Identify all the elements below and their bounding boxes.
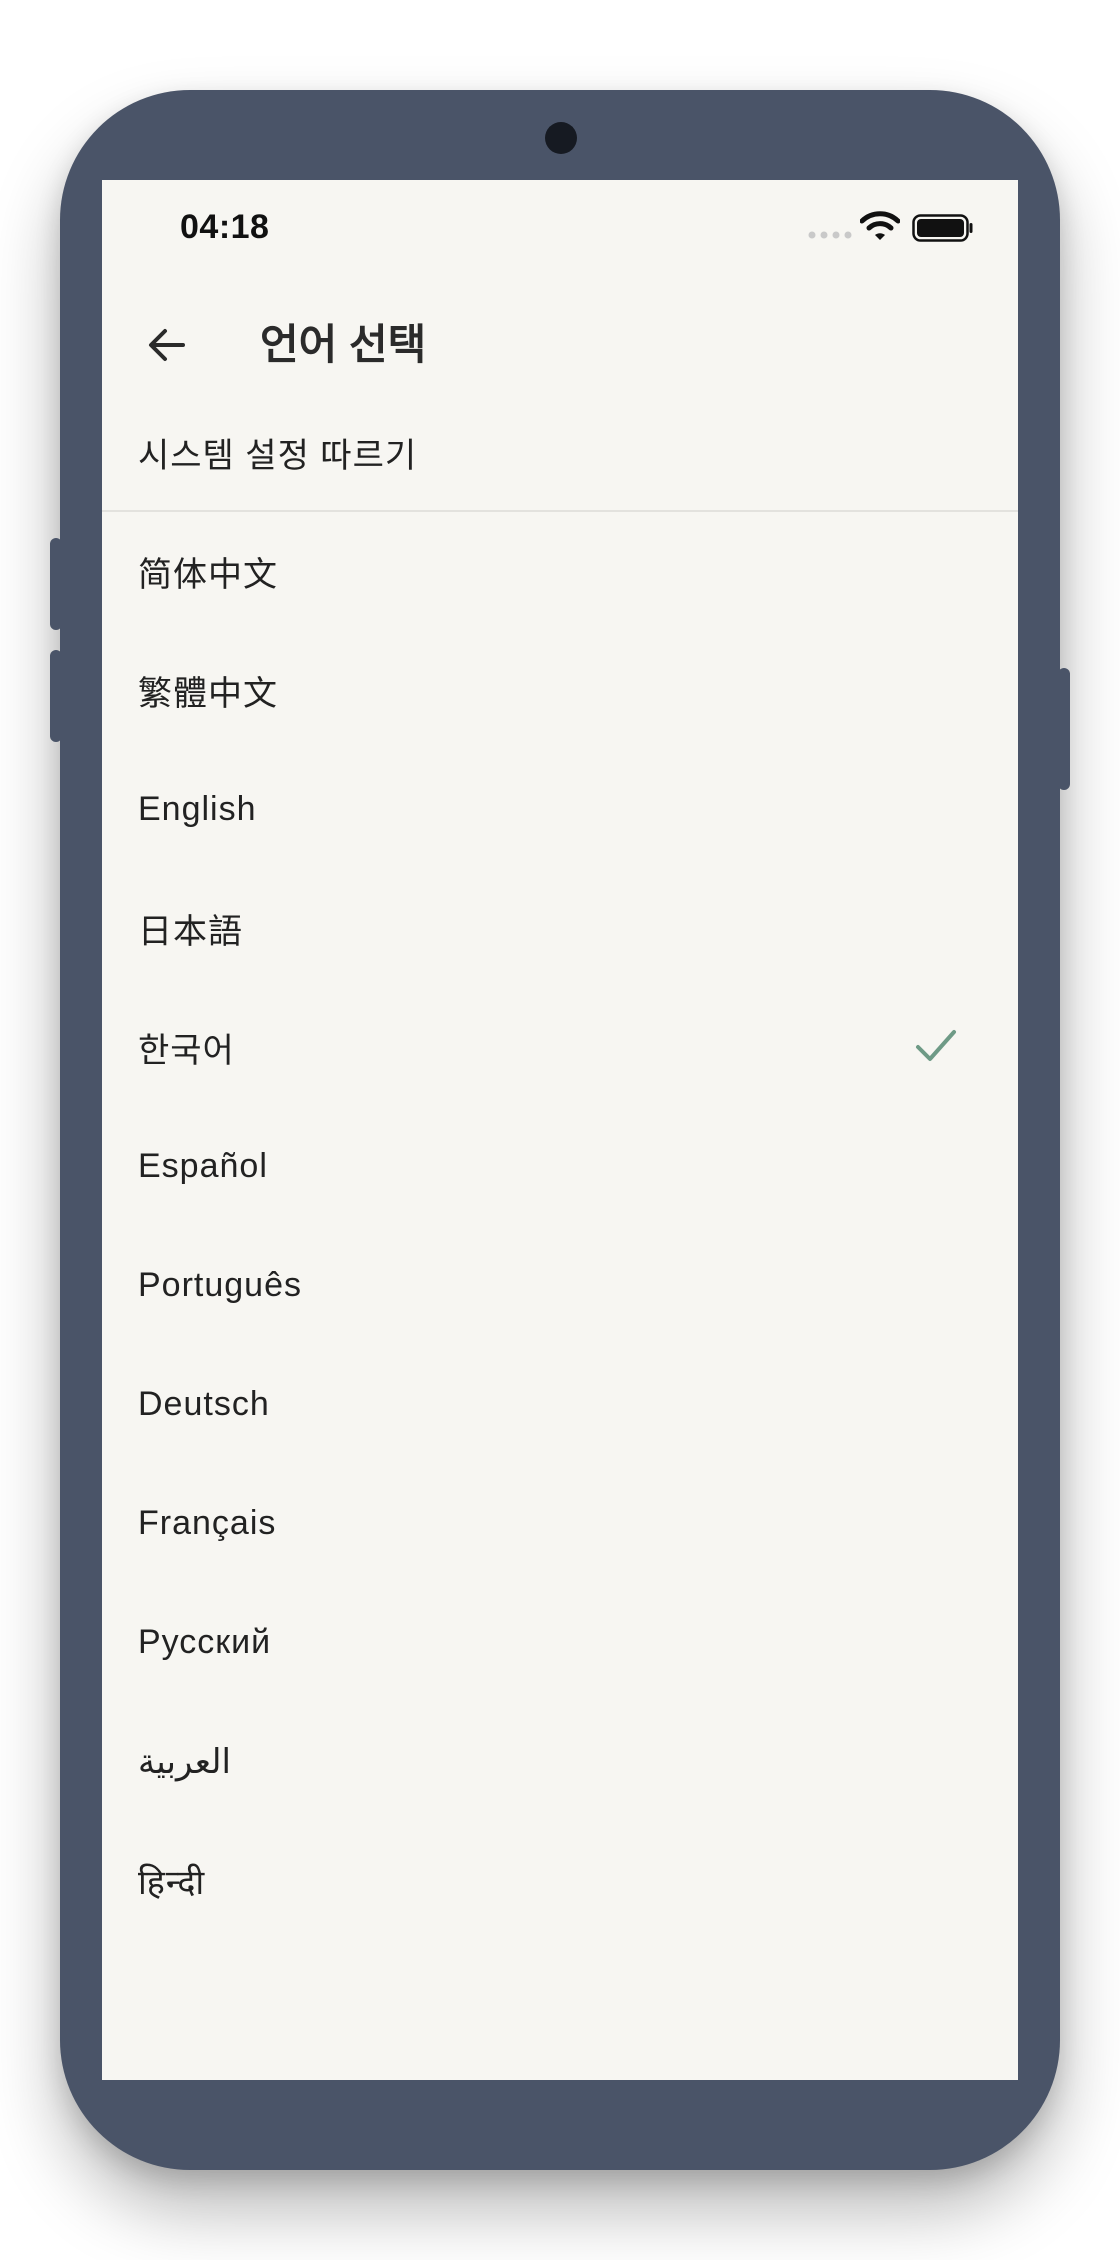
language-option[interactable]: Deutsch bbox=[102, 1345, 1018, 1464]
language-label: Deutsch bbox=[138, 1385, 270, 1423]
language-option[interactable]: Русский bbox=[102, 1583, 1018, 1702]
volume-down-button bbox=[50, 650, 62, 742]
language-option[interactable]: Français bbox=[102, 1464, 1018, 1583]
language-label: Português bbox=[138, 1266, 302, 1304]
back-button[interactable] bbox=[132, 275, 202, 415]
language-label: 简体中文 bbox=[138, 556, 278, 594]
language-option[interactable]: हिन्दी bbox=[102, 1821, 1018, 1940]
checkmark-icon bbox=[916, 1030, 956, 1061]
status-bar: 04:18 bbox=[102, 180, 1018, 275]
language-option[interactable]: Português bbox=[102, 1226, 1018, 1345]
language-option[interactable]: English bbox=[102, 750, 1018, 869]
language-option[interactable]: العربية bbox=[102, 1702, 1018, 1821]
volume-up-button bbox=[50, 538, 62, 630]
language-label: 한국어 bbox=[138, 1032, 235, 1070]
page-title: 언어 선택 bbox=[260, 321, 427, 368]
language-option[interactable]: 日本語 bbox=[102, 869, 1018, 988]
power-button bbox=[1058, 668, 1070, 790]
front-camera bbox=[545, 122, 577, 154]
wifi-icon bbox=[860, 211, 900, 240]
signal-dots-icon bbox=[808, 231, 852, 239]
language-list: 简体中文繁體中文 English 日本語 한국어 Español Português Deu… bbox=[102, 512, 1018, 1940]
language-label: Français bbox=[138, 1504, 277, 1542]
language-label: 繁體中文 bbox=[138, 675, 278, 713]
language-label: Español bbox=[138, 1147, 268, 1185]
language-label: Русский bbox=[138, 1623, 272, 1661]
language-option[interactable]: Español bbox=[102, 1107, 1018, 1226]
language-label: हिन्दी bbox=[138, 1863, 206, 1902]
screen: 04:18 언어 선택 시스템 설정 따르기 简体中文 繁體中文 English… bbox=[102, 180, 1018, 2080]
status-time: 04:18 bbox=[180, 208, 270, 246]
system-default-label: 시스템 설정 따르기 bbox=[138, 437, 418, 475]
language-label: English bbox=[138, 790, 257, 828]
language-option[interactable]: 繁體中文 bbox=[102, 631, 1018, 750]
battery-icon bbox=[912, 214, 973, 242]
language-option[interactable]: 简体中文 bbox=[102, 512, 1018, 631]
language-option[interactable]: 한국어 bbox=[102, 988, 1018, 1107]
arrow-left-icon bbox=[149, 329, 185, 361]
system-default-option[interactable]: 시스템 설정 따르기 bbox=[102, 395, 1018, 510]
language-label: 日本語 bbox=[138, 913, 243, 951]
language-label: العربية bbox=[138, 1742, 231, 1781]
app-bar: 언어 선택 bbox=[102, 275, 1018, 415]
